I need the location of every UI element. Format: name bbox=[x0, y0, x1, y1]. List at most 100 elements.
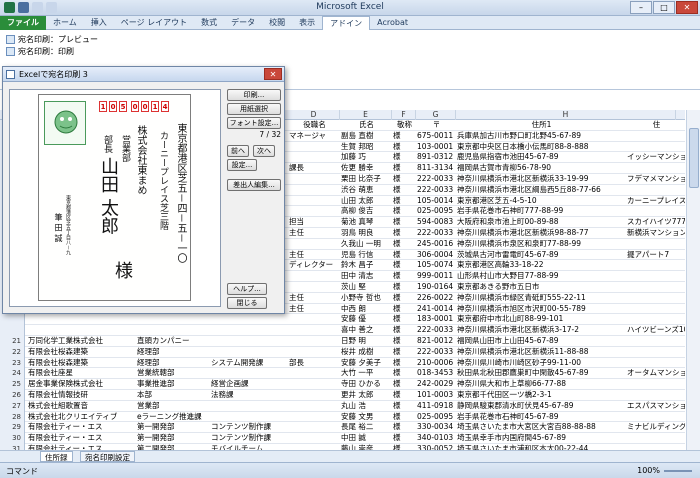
table-cell[interactable]: 103-0001 bbox=[416, 142, 456, 153]
table-cell[interactable]: 埼玉県さいたま市大宮区大宮百88-88-88 bbox=[456, 422, 626, 433]
table-cell[interactable] bbox=[210, 325, 288, 336]
table-cell[interactable] bbox=[210, 347, 288, 358]
table-cell[interactable]: 株式会社組歌置音 bbox=[27, 401, 135, 412]
table-cell[interactable]: 神奈川県大和市上草柳66-77-88 bbox=[456, 379, 626, 390]
table-cell[interactable]: 営業部 bbox=[136, 401, 210, 412]
table-cell[interactable]: 住 bbox=[626, 120, 685, 131]
table-cell[interactable]: 999-0011 bbox=[416, 271, 456, 282]
table-cell[interactable] bbox=[626, 390, 685, 401]
table-cell[interactable] bbox=[626, 142, 685, 153]
table-cell[interactable]: 丸山 浩 bbox=[340, 401, 392, 412]
table-cell[interactable]: 部長 bbox=[288, 358, 340, 369]
table-cell[interactable]: 埼玉県幸手市内国府間45-67-89 bbox=[456, 433, 626, 444]
table-cell[interactable]: 340-0103 bbox=[416, 433, 456, 444]
table-cell[interactable]: 福岡県山田市上山田45-67-89 bbox=[456, 336, 626, 347]
table-cell[interactable]: 菊池 真琴 bbox=[340, 217, 392, 228]
minimize-icon[interactable]: – bbox=[630, 1, 652, 14]
table-cell[interactable] bbox=[288, 314, 340, 325]
sender-edit-button[interactable]: 差出人編集... bbox=[227, 179, 281, 191]
close-icon[interactable]: ✕ bbox=[676, 1, 698, 14]
table-cell[interactable]: 様 bbox=[392, 304, 416, 315]
col-header-h[interactable]: H bbox=[456, 110, 676, 120]
table-row[interactable]: 29 有限会社ティー・エス 第一開発部 コンテンツ制作課 長尾 裕二様 330-0034 埼… bbox=[0, 422, 685, 434]
table-cell[interactable]: 神奈川県横浜市旭区市沢町00-55-789 bbox=[456, 304, 626, 315]
table-cell[interactable]: 210-0006 bbox=[416, 358, 456, 369]
table-cell[interactable]: 様 bbox=[392, 271, 416, 282]
table-cell[interactable] bbox=[626, 163, 685, 174]
table-cell[interactable]: 茨城県古河市雷電町45-67-89 bbox=[456, 250, 626, 261]
vertical-scrollbar[interactable] bbox=[686, 110, 700, 450]
sheet-tab-address[interactable]: 住所録 bbox=[40, 451, 73, 462]
table-cell[interactable]: 有限会社桜森建築 bbox=[27, 347, 135, 358]
table-cell[interactable]: 福岡県古賀市青柳56-78-90 bbox=[456, 163, 626, 174]
table-cell[interactable]: 018-3453 bbox=[416, 368, 456, 379]
table-cell[interactable]: 大竹 一平 bbox=[340, 368, 392, 379]
dialog-close-button[interactable]: ✕ bbox=[264, 68, 282, 80]
table-cell[interactable]: 副島 直樹 bbox=[340, 131, 392, 142]
table-cell[interactable] bbox=[288, 379, 340, 390]
table-cell[interactable]: 様 bbox=[392, 260, 416, 271]
table-cell[interactable]: 氏名 bbox=[340, 120, 392, 131]
table-cell[interactable]: 渋谷 萌恵 bbox=[340, 185, 392, 196]
table-cell[interactable] bbox=[288, 185, 340, 196]
table-cell[interactable] bbox=[626, 336, 685, 347]
table-cell[interactable]: 擺アパート7 bbox=[626, 250, 685, 261]
table-cell[interactable] bbox=[288, 336, 340, 347]
table-cell[interactable] bbox=[626, 347, 685, 358]
table-cell[interactable]: 法務課 bbox=[210, 390, 288, 401]
table-cell[interactable]: 中西 朗 bbox=[340, 304, 392, 315]
table-cell[interactable] bbox=[288, 174, 340, 185]
table-cell[interactable]: 茨山 堅 bbox=[340, 282, 392, 293]
table-cell[interactable]: 神奈川県川崎市川崎区砂子99-11-00 bbox=[456, 358, 626, 369]
table-cell[interactable]: 第一開発部 bbox=[136, 433, 210, 444]
table-cell[interactable] bbox=[626, 239, 685, 250]
table-cell[interactable]: 神奈川県横浜市港北区新横浜11-88-88 bbox=[456, 347, 626, 358]
table-cell[interactable] bbox=[288, 282, 340, 293]
table-cell[interactable]: イッシーマンション bbox=[626, 152, 685, 163]
tab-page-layout[interactable]: ページ レイアウト bbox=[114, 16, 194, 30]
table-cell[interactable] bbox=[288, 433, 340, 444]
table-cell[interactable] bbox=[136, 314, 210, 325]
col-header-f[interactable]: F bbox=[392, 110, 416, 120]
table-cell[interactable]: 神奈川県横浜市港北区新横浜98-88-77 bbox=[456, 228, 626, 239]
table-cell[interactable]: 245-0016 bbox=[416, 239, 456, 250]
table-cell[interactable] bbox=[626, 358, 685, 369]
table-cell[interactable] bbox=[626, 412, 685, 423]
table-cell[interactable] bbox=[288, 368, 340, 379]
table-cell[interactable]: 主任 bbox=[288, 304, 340, 315]
table-cell[interactable]: 様 bbox=[392, 152, 416, 163]
table-cell[interactable]: 課長 bbox=[288, 163, 340, 174]
table-cell[interactable]: 兵庫県加古川市野口町北野45-67-89 bbox=[456, 131, 626, 142]
zoom-level[interactable]: 100% bbox=[637, 466, 660, 475]
table-cell[interactable]: 183-0001 bbox=[416, 314, 456, 325]
table-cell[interactable]: 経営企画課 bbox=[210, 379, 288, 390]
table-cell[interactable]: 222-0033 bbox=[416, 185, 456, 196]
table-cell[interactable]: 〒 bbox=[416, 120, 456, 131]
row-number[interactable] bbox=[0, 325, 25, 336]
table-row[interactable]: 23 有限会社桜森建築 経理部 システム開発課 部長 安藤 夕美子様 210-0006 神奈川… bbox=[0, 357, 685, 369]
table-cell[interactable]: 山形県村山市大野目77-88-99 bbox=[456, 271, 626, 282]
table-cell[interactable] bbox=[288, 196, 340, 207]
table-cell[interactable]: 神奈川県横浜市港北区新横浜33-19-99 bbox=[456, 174, 626, 185]
table-cell[interactable]: 田中 清志 bbox=[340, 271, 392, 282]
table-cell[interactable]: 有限会社ティー・エス bbox=[27, 422, 135, 433]
preview-command[interactable]: 宛名印刷：プレビュー bbox=[6, 34, 98, 45]
table-cell[interactable]: 山田 太郎 bbox=[340, 196, 392, 207]
table-cell[interactable]: 万同化学工業株式会社 bbox=[27, 336, 135, 347]
table-cell[interactable]: 222-0033 bbox=[416, 228, 456, 239]
table-cell[interactable]: ミナビルディング bbox=[626, 422, 685, 433]
table-cell[interactable]: 日野 明 bbox=[340, 336, 392, 347]
table-cell[interactable]: 様 bbox=[392, 325, 416, 336]
table-cell[interactable]: 小野寺 哲也 bbox=[340, 293, 392, 304]
tab-file[interactable]: ファイル bbox=[0, 16, 46, 30]
col-header-g[interactable]: G bbox=[416, 110, 456, 120]
table-cell[interactable]: 様 bbox=[392, 347, 416, 358]
table-cell[interactable]: 佐更 勝幸 bbox=[340, 163, 392, 174]
table-cell[interactable]: 様 bbox=[392, 196, 416, 207]
table-cell[interactable]: ディレクター bbox=[288, 260, 340, 271]
table-cell[interactable] bbox=[27, 314, 135, 325]
table-row[interactable]: 24 有限会社座星 営業統轄部 大竹 一平様 018-3453 秋田県北秋田郡鷹巣町中閑散… bbox=[0, 368, 685, 380]
table-cell[interactable] bbox=[210, 314, 288, 325]
table-cell[interactable]: 鈴木 昌子 bbox=[340, 260, 392, 271]
tab-home[interactable]: ホーム bbox=[46, 16, 84, 30]
